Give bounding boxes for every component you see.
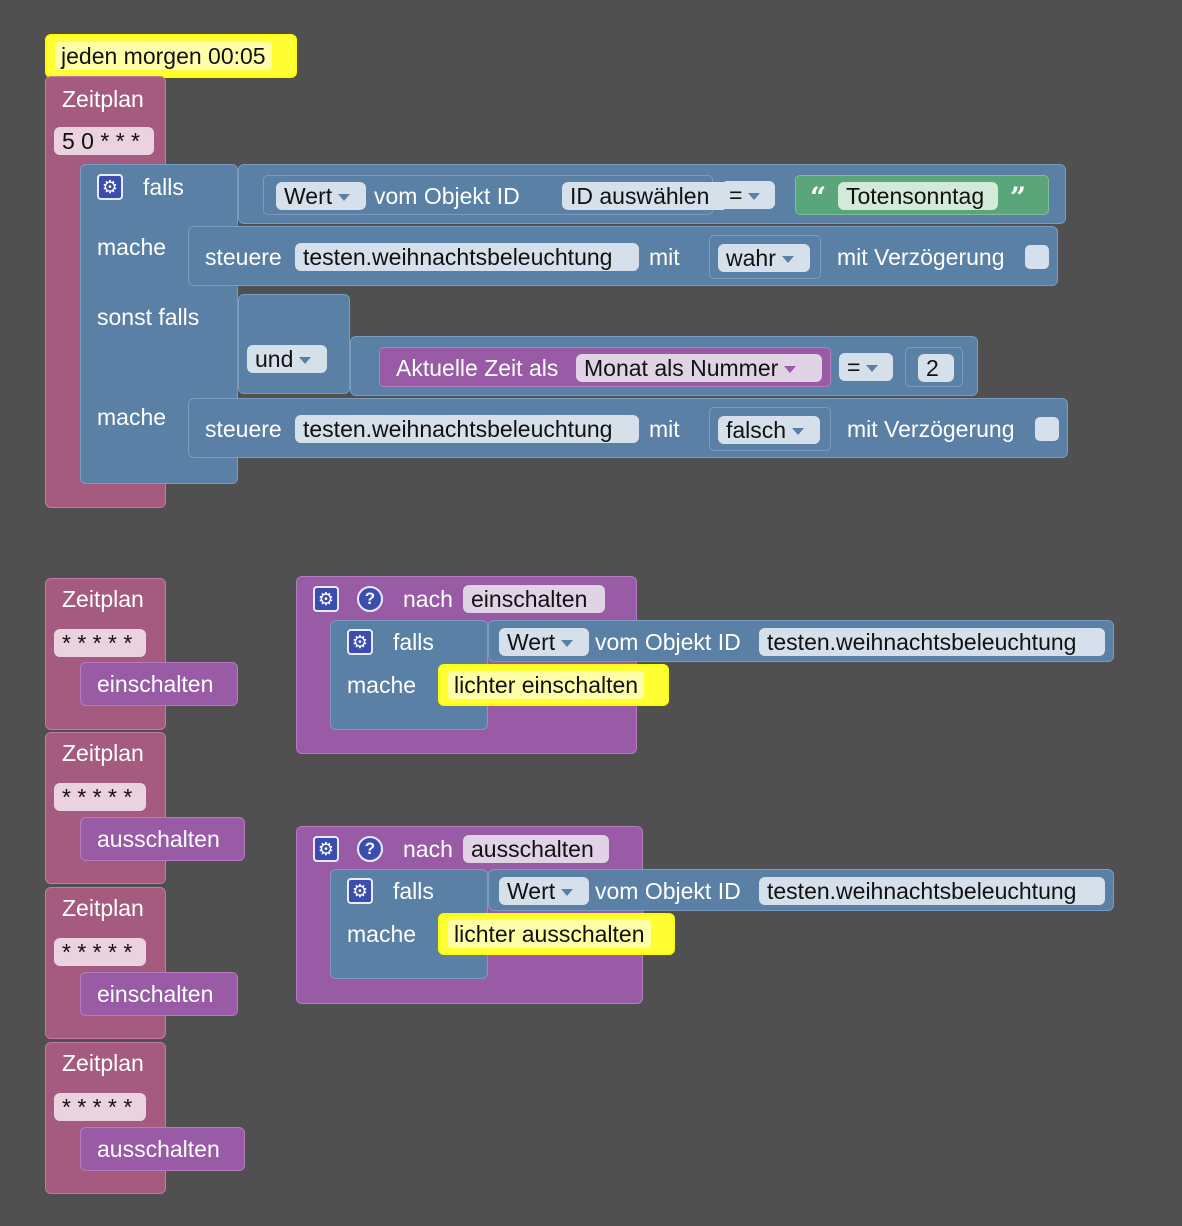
- target-object-field[interactable]: testen.weihnachtsbeleuchtung: [295, 243, 639, 271]
- schedule-label: Zeitplan: [62, 86, 144, 112]
- bool-dropdown-true[interactable]: wahr: [718, 244, 810, 272]
- comment-label-f1: lichter einschalten: [448, 671, 645, 699]
- call-label-1: einschalten: [97, 671, 214, 697]
- time-label: Aktuelle Zeit als: [396, 355, 559, 381]
- call-block-3[interactable]: einschalten: [80, 972, 238, 1016]
- comment-label-f2: lichter ausschalten: [448, 920, 651, 948]
- schedule-block-4[interactable]: Zeitplan * * * * *: [45, 1042, 166, 1194]
- function-name-field-1[interactable]: einschalten: [463, 585, 605, 613]
- control-label-2: steuere: [205, 416, 282, 442]
- number-block[interactable]: 2: [905, 347, 963, 387]
- gear-icon[interactable]: ⚙: [347, 629, 373, 655]
- schedule-label-4: Zeitplan: [62, 1050, 144, 1076]
- delay-label-2: mit Verzögerung: [847, 416, 1015, 442]
- from-object-label-f1: vom Objekt ID: [595, 629, 741, 655]
- compare-block-1[interactable]: Wert vom Objekt ID ID auswählen = “ Tote…: [238, 164, 1066, 224]
- open-quote: “: [810, 181, 827, 214]
- bool-block-true[interactable]: wahr: [709, 235, 821, 279]
- get-value-block[interactable]: Wert vom Objekt ID ID auswählen: [263, 175, 728, 215]
- do-label-2: mache: [97, 404, 167, 430]
- call-label-2: ausschalten: [97, 826, 220, 852]
- call-label-4: ausschalten: [97, 1136, 220, 1162]
- object-id-field[interactable]: ID auswählen: [562, 182, 728, 210]
- control-block-2[interactable]: steuere testen.weihnachtsbeleuchtung mit…: [188, 398, 1068, 458]
- cron-field-3[interactable]: * * * * *: [54, 938, 146, 966]
- bool-block-false[interactable]: falsch: [709, 407, 831, 451]
- cron-field-4[interactable]: * * * * *: [54, 1093, 146, 1121]
- number-field[interactable]: 2: [918, 354, 954, 382]
- comment-block-f1[interactable]: lichter einschalten: [438, 664, 669, 706]
- compare-block-2[interactable]: Aktuelle Zeit als Monat als Nummer = 2: [350, 336, 978, 396]
- function-name-field-2[interactable]: ausschalten: [463, 835, 609, 863]
- get-value-block-f2[interactable]: Wert vom Objekt ID testen.weihnachtsbele…: [488, 869, 1114, 911]
- and-dropdown[interactable]: und: [247, 345, 327, 373]
- from-object-label-f2: vom Objekt ID: [595, 878, 741, 904]
- do-label-1: mache: [97, 234, 167, 260]
- control-label: steuere: [205, 244, 282, 270]
- to-label-1: nach: [403, 586, 453, 612]
- get-value-block-f1[interactable]: Wert vom Objekt ID testen.weihnachtsbele…: [488, 620, 1114, 662]
- bool-dropdown-false[interactable]: falsch: [718, 416, 820, 444]
- to-label-2: nach: [403, 836, 453, 862]
- gear-icon[interactable]: ⚙: [313, 836, 339, 862]
- with-label-2: mit: [649, 416, 680, 442]
- delay-label: mit Verzögerung: [837, 244, 1005, 270]
- gear-icon[interactable]: ⚙: [313, 586, 339, 612]
- schedule-block-2[interactable]: Zeitplan * * * * *: [45, 732, 166, 884]
- schedule-label-1: Zeitplan: [62, 586, 144, 612]
- target-object-field-2[interactable]: testen.weihnachtsbeleuchtung: [295, 415, 639, 443]
- value-dropdown-f2[interactable]: Wert: [499, 877, 589, 905]
- gear-icon[interactable]: ⚙: [97, 174, 123, 200]
- if-label-f2: falls: [393, 878, 434, 904]
- event-comment-block[interactable]: jeden morgen 00:05: [45, 34, 297, 78]
- call-block-4[interactable]: ausschalten: [80, 1127, 245, 1171]
- with-label: mit: [649, 244, 680, 270]
- help-icon[interactable]: ?: [357, 586, 383, 612]
- delay-checkbox[interactable]: [1025, 245, 1049, 269]
- if-label: falls: [143, 174, 184, 200]
- object-id-field-f1[interactable]: testen.weihnachtsbeleuchtung: [759, 628, 1105, 656]
- month-dropdown[interactable]: Monat als Nummer: [576, 354, 822, 382]
- if-label-f1: falls: [393, 629, 434, 655]
- text-value-field[interactable]: Totensonntag: [838, 182, 998, 210]
- do-label-f2: mache: [347, 921, 417, 947]
- from-object-label: vom Objekt ID: [374, 183, 520, 209]
- call-block-1[interactable]: einschalten: [80, 662, 238, 706]
- cron-field-1[interactable]: * * * * *: [54, 629, 146, 657]
- help-icon[interactable]: ?: [357, 836, 383, 862]
- cron-field-2[interactable]: * * * * *: [54, 783, 146, 811]
- schedule-label-3: Zeitplan: [62, 895, 144, 921]
- schedule-block-3[interactable]: Zeitplan * * * * *: [45, 887, 166, 1039]
- operator-dropdown[interactable]: =: [721, 181, 775, 209]
- logic-and-block[interactable]: und: [238, 294, 350, 394]
- text-block[interactable]: “ Totensonntag ”: [795, 175, 1049, 215]
- call-block-2[interactable]: ausschalten: [80, 817, 245, 861]
- elseif-label: sonst falls: [97, 304, 200, 330]
- delay-checkbox-2[interactable]: [1035, 417, 1059, 441]
- close-quote: ”: [1010, 181, 1027, 214]
- cron-field[interactable]: 5 0 * * *: [54, 127, 154, 155]
- object-id-field-f2[interactable]: testen.weihnachtsbeleuchtung: [759, 877, 1105, 905]
- value-dropdown[interactable]: Wert: [276, 182, 366, 210]
- event-comment-label: jeden morgen 00:05: [55, 42, 272, 70]
- schedule-label-2: Zeitplan: [62, 740, 144, 766]
- gear-icon[interactable]: ⚙: [347, 878, 373, 904]
- call-label-3: einschalten: [97, 981, 214, 1007]
- operator-dropdown-2[interactable]: =: [839, 353, 893, 381]
- control-block-1[interactable]: steuere testen.weihnachtsbeleuchtung mit…: [188, 226, 1058, 286]
- comment-block-f2[interactable]: lichter ausschalten: [438, 913, 675, 955]
- time-block[interactable]: Aktuelle Zeit als Monat als Nummer: [379, 347, 831, 387]
- schedule-block-1[interactable]: Zeitplan * * * * *: [45, 578, 166, 730]
- value-dropdown-f1[interactable]: Wert: [499, 628, 589, 656]
- do-label-f1: mache: [347, 672, 417, 698]
